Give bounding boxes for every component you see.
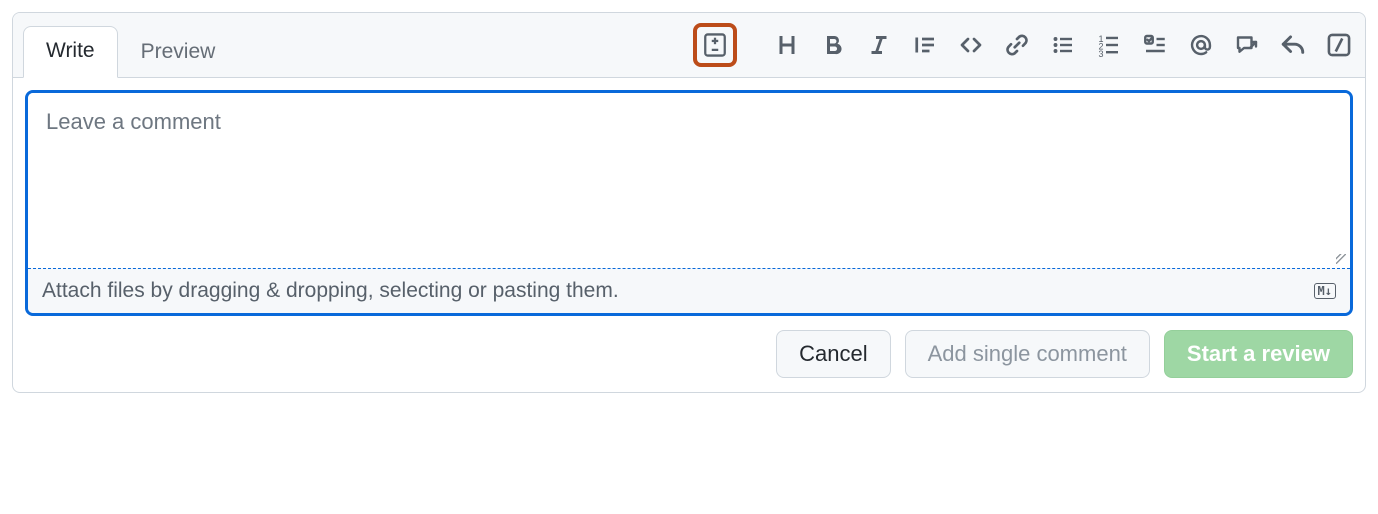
toolbar-group-block [911,31,1031,59]
attach-hint: Attach files by dragging & dropping, sel… [42,279,619,303]
suggestion-highlight [693,23,737,67]
add-single-comment-button[interactable]: Add single comment [905,330,1150,378]
slash-command-icon[interactable] [1325,31,1353,59]
composer-header: Write Preview [13,13,1365,78]
italic-icon[interactable] [865,31,893,59]
bold-icon[interactable] [819,31,847,59]
toolbar-group-refs [1187,31,1307,59]
svg-text:3: 3 [1099,49,1104,57]
cancel-button[interactable]: Cancel [776,330,890,378]
comment-composer: Write Preview [12,12,1366,393]
start-review-button[interactable]: Start a review [1164,330,1353,378]
reply-icon[interactable] [1279,31,1307,59]
toolbar-group-text [773,31,893,59]
action-buttons: Cancel Add single comment Start a review [25,330,1353,378]
mention-icon[interactable] [1187,31,1215,59]
diff-icon[interactable] [701,31,729,59]
markdown-toolbar: 123 [689,17,1357,73]
task-list-icon[interactable] [1141,31,1169,59]
tab-write[interactable]: Write [23,26,118,78]
comment-textarea[interactable] [28,93,1350,263]
markdown-supported-icon[interactable]: M↓ [1314,283,1336,299]
toolbar-group-lists: 123 [1049,31,1169,59]
heading-icon[interactable] [773,31,801,59]
quote-icon[interactable] [911,31,939,59]
attach-files-bar[interactable]: Attach files by dragging & dropping, sel… [28,268,1350,313]
unordered-list-icon[interactable] [1049,31,1077,59]
code-icon[interactable] [957,31,985,59]
cross-reference-icon[interactable] [1233,31,1261,59]
ordered-list-icon[interactable]: 123 [1095,31,1123,59]
editor-frame: Attach files by dragging & dropping, sel… [25,90,1353,316]
tabs: Write Preview [13,13,238,77]
link-icon[interactable] [1003,31,1031,59]
tab-preview[interactable]: Preview [118,27,239,78]
